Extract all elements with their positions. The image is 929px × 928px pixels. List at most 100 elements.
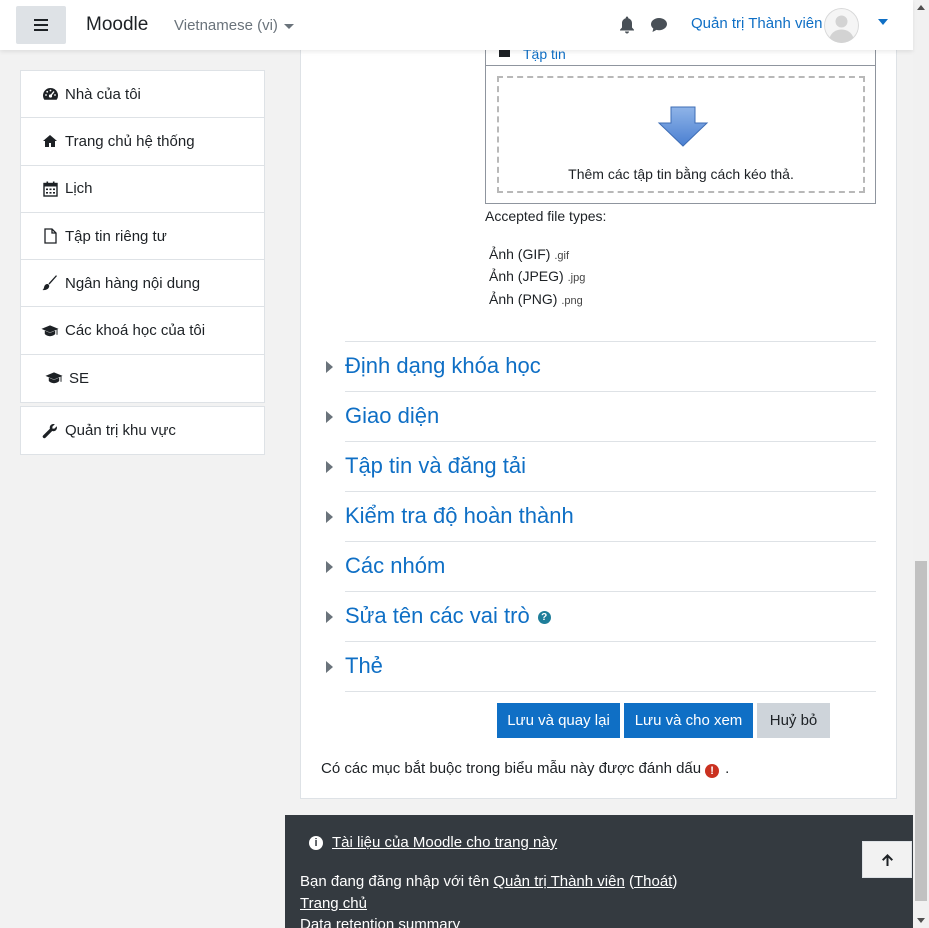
site-brand[interactable]: Moodle <box>86 14 148 36</box>
graduation-cap-icon <box>45 370 63 386</box>
required-fields-note: Có các mục bắt buộc trong biểu mẫu này đ… <box>321 760 729 778</box>
scroll-up-arrow-icon[interactable] <box>917 5 925 10</box>
nav-drawer-main: Nhà của tôi Trang chủ hệ thống Lịch Tập … <box>20 70 265 404</box>
user-menu-name[interactable]: Quản trị Thành viên <box>691 15 822 32</box>
info-icon: i <box>309 836 323 850</box>
chevron-down-icon <box>283 23 294 29</box>
nav-item-label: Tập tin riêng tư <box>65 227 167 245</box>
login-prefix: Bạn đang đăng nhập với tên <box>300 873 490 890</box>
save-display-button[interactable]: Lưu và cho xem <box>624 703 753 738</box>
expand-caret-icon <box>326 611 333 623</box>
nav-item-label: SE <box>69 369 90 387</box>
dashboard-icon <box>41 86 59 102</box>
data-retention-link[interactable]: Data retention summary <box>300 916 460 928</box>
home-link[interactable]: Trang chủ <box>300 895 367 912</box>
profile-link[interactable]: Quản trị Thành viên <box>493 873 624 890</box>
expand-caret-icon <box>326 461 333 473</box>
accepted-types-label: Accepted file types: <box>485 208 607 224</box>
nav-item-private-files[interactable]: Tập tin riêng tư <box>21 213 264 261</box>
menu-toggle-button[interactable] <box>16 6 66 44</box>
drop-zone-text: Thêm các tập tin bằng cách kéo thả. <box>568 166 794 182</box>
nav-item-my-courses[interactable]: Các khoá học của tôi <box>21 307 264 355</box>
section-title: Giao diện <box>345 403 440 428</box>
nav-drawer-admin: Quản trị khu vực <box>20 406 265 455</box>
file-type-ext: .gif <box>554 250 570 262</box>
nav-item-content-bank[interactable]: Ngân hàng nội dung <box>21 260 264 308</box>
nav-item-site-admin[interactable]: Quản trị khu vực <box>21 407 264 454</box>
file-type-item: Ảnh (JPEG) .jpg <box>489 268 585 284</box>
file-type-name: Ảnh (JPEG) <box>489 268 564 284</box>
file-type-item: Ảnh (GIF) .gif <box>489 246 569 262</box>
language-label: Vietnamese (vi) <box>174 17 278 34</box>
bell-icon[interactable] <box>619 16 635 34</box>
file-type-ext: .jpg <box>567 272 586 284</box>
section-appearance[interactable]: Giao diện <box>326 391 876 441</box>
section-files-uploads[interactable]: Tập tin và đăng tải <box>326 441 876 491</box>
section-divider <box>345 691 876 692</box>
calendar-icon <box>41 181 59 197</box>
scroll-down-arrow-icon[interactable] <box>917 918 925 923</box>
section-title: Định dạng khóa học <box>345 353 541 378</box>
nav-item-label: Lịch <box>65 180 93 198</box>
logout-link[interactable]: Thoát <box>634 873 672 890</box>
logout-paren-close: ) <box>672 873 678 890</box>
section-title: Kiểm tra độ hoàn thành <box>345 503 574 528</box>
expand-caret-icon <box>326 661 333 673</box>
paintbrush-icon <box>41 275 59 291</box>
nav-item-dashboard[interactable]: Nhà của tôi <box>21 71 264 119</box>
home-icon <box>41 133 59 149</box>
user-menu-caret-icon[interactable] <box>878 19 888 25</box>
filemanager: Tập tin Thêm các tập tin bằng cách kéo t… <box>485 38 876 204</box>
expand-caret-icon <box>326 511 333 523</box>
nav-item-label: Ngân hàng nội dung <box>65 274 201 292</box>
moodle-docs-link[interactable]: Tài liệu của Moodle cho trang này <box>332 834 557 851</box>
graduation-cap-icon <box>41 323 59 339</box>
section-course-format[interactable]: Định dạng khóa học <box>326 341 876 391</box>
user-avatar-icon <box>824 8 859 43</box>
download-arrow-icon <box>657 106 709 147</box>
section-title: Sửa tên các vai trò <box>345 603 530 628</box>
nav-item-label: Các khoá học của tôi <box>65 322 206 340</box>
nav-item-label: Quản trị khu vực <box>65 422 176 439</box>
section-completion-tracking[interactable]: Kiểm tra độ hoàn thành <box>326 491 876 541</box>
file-type-item: Ảnh (PNG) .png <box>489 291 583 307</box>
nav-item-site-home[interactable]: Trang chủ hệ thống <box>21 118 264 166</box>
nav-item-course-se[interactable]: SE <box>21 355 264 402</box>
page-scrollbar[interactable] <box>913 0 929 928</box>
chat-icon[interactable] <box>650 17 668 33</box>
file-type-ext: .png <box>561 295 583 307</box>
wrench-icon <box>41 423 59 439</box>
scrollbar-thumb[interactable] <box>915 561 927 901</box>
page-footer: i Tài liệu của Moodle cho trang này Bạn … <box>285 815 913 928</box>
section-groups[interactable]: Các nhóm <box>326 541 876 591</box>
required-note-suffix: . <box>725 760 730 777</box>
top-navbar: Moodle Vietnamese (vi) Quản trị Thành vi… <box>0 0 913 50</box>
folder-icon <box>499 49 510 57</box>
file-type-name: Ảnh (GIF) <box>489 246 551 262</box>
section-title: Các nhóm <box>345 553 446 578</box>
section-tags[interactable]: Thẻ <box>326 641 876 691</box>
file-icon <box>41 228 59 244</box>
file-drop-zone[interactable]: Thêm các tập tin bằng cách kéo thả. <box>497 76 865 193</box>
nav-item-label: Nhà của tôi <box>65 85 141 103</box>
expand-caret-icon <box>326 561 333 573</box>
nav-item-label: Trang chủ hệ thống <box>65 132 195 150</box>
section-title: Thẻ <box>345 653 383 678</box>
section-role-renaming[interactable]: Sửa tên các vai trò? <box>326 591 876 641</box>
language-selector[interactable]: Vietnamese (vi) <box>174 17 294 34</box>
help-icon[interactable]: ? <box>537 610 551 624</box>
expand-caret-icon <box>326 361 333 373</box>
arrow-up-icon <box>881 853 893 866</box>
hamburger-icon <box>34 19 48 31</box>
save-return-button[interactable]: Lưu và quay lại <box>497 703 620 738</box>
nav-item-calendar[interactable]: Lịch <box>21 166 264 213</box>
required-exclamation-icon: ! <box>705 764 720 778</box>
cancel-button[interactable]: Huỷ bỏ <box>757 703 830 738</box>
required-note-text: Có các mục bắt buộc trong biểu mẫu này đ… <box>321 760 702 777</box>
login-info: Bạn đang đăng nhập với tên Quản trị Thàn… <box>300 873 677 890</box>
file-type-name: Ảnh (PNG) <box>489 291 558 307</box>
expand-caret-icon <box>326 411 333 423</box>
back-to-top-button[interactable] <box>862 841 912 878</box>
section-title-wrap: Sửa tên các vai trò? <box>345 603 551 629</box>
avatar[interactable] <box>824 8 859 43</box>
